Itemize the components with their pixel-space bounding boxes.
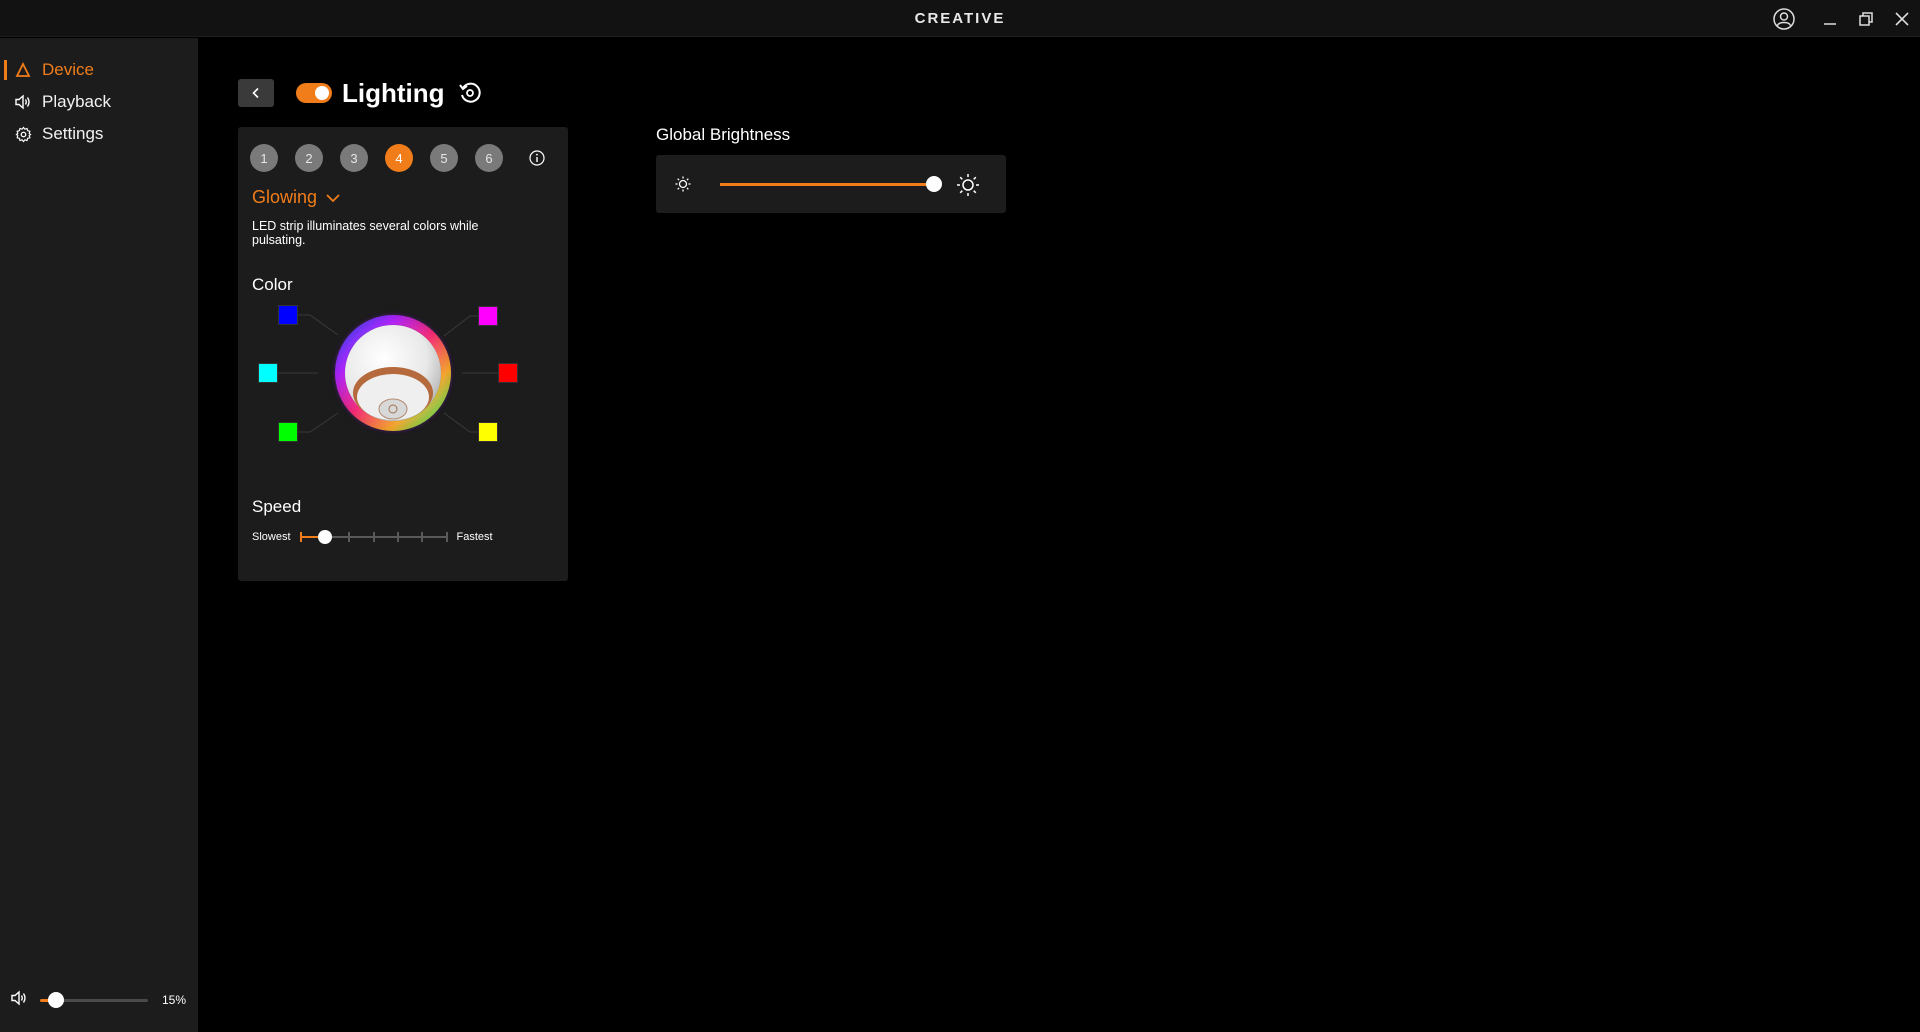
color-swatch-yellow[interactable]: [478, 422, 498, 442]
color-swatch-green[interactable]: [278, 422, 298, 442]
sidebar-item-label: Playback: [42, 92, 111, 111]
account-button[interactable]: [1766, 0, 1802, 37]
lighting-toggle[interactable]: [296, 83, 332, 103]
brightness-high-icon: [957, 174, 979, 196]
color-swatch-blue[interactable]: [278, 305, 298, 325]
speed-control: Slowest Fastest: [252, 527, 552, 547]
close-icon: [1895, 11, 1909, 26]
page-header: Lighting: [238, 78, 483, 108]
global-brightness-fill: [720, 183, 934, 186]
info-button[interactable]: [526, 147, 548, 169]
speaker-icon: [14, 93, 32, 111]
speed-slider[interactable]: [299, 527, 448, 547]
back-button[interactable]: [238, 79, 274, 107]
lighting-effect-panel: 1 2 3 4 5 6 Glowing LED strip illuminate…: [238, 127, 568, 581]
sidebar-item-label: Device: [42, 60, 94, 79]
speed-tick: [396, 532, 399, 542]
close-button[interactable]: [1884, 0, 1920, 37]
restore-button[interactable]: [1848, 0, 1884, 37]
preset-button-1[interactable]: 1: [250, 144, 278, 172]
color-swatch-cyan[interactable]: [258, 363, 278, 383]
effect-dropdown-value: Glowing: [252, 187, 318, 207]
volume-slider-handle[interactable]: [48, 991, 65, 1008]
preset-button-5[interactable]: 5: [430, 144, 458, 172]
device-triangle-icon: [14, 61, 32, 79]
speed-tick: [421, 532, 424, 542]
sidebar: Device Playback Settings 15%: [0, 38, 198, 1032]
global-brightness-panel: [656, 155, 1006, 213]
sidebar-item-settings[interactable]: Settings: [0, 118, 198, 150]
preset-button-3[interactable]: 3: [340, 144, 368, 172]
preset-button-2[interactable]: 2: [295, 144, 323, 172]
reset-icon: [458, 82, 481, 103]
gear-icon: [14, 125, 32, 143]
volume-slider[interactable]: [40, 991, 148, 1008]
color-section-label: Color: [252, 275, 293, 294]
global-brightness-slider[interactable]: [720, 176, 942, 192]
minimize-icon: [1824, 22, 1836, 25]
effect-description: LED strip illuminates several colors whi…: [252, 219, 479, 247]
brand-logo: CREATIVE: [914, 10, 1006, 27]
chevron-down-icon: [325, 193, 341, 203]
preset-button-4[interactable]: 4: [385, 144, 413, 172]
color-swatch-magenta[interactable]: [478, 306, 498, 326]
preset-button-6[interactable]: 6: [475, 144, 503, 172]
user-circle-icon: [1773, 7, 1795, 30]
sidebar-item-device[interactable]: Device: [0, 54, 198, 86]
speed-slider-handle[interactable]: [317, 530, 332, 544]
chevron-left-icon: [252, 87, 259, 99]
reset-button[interactable]: [457, 80, 483, 106]
speed-min-label: Slowest: [252, 531, 291, 543]
preset-list: 1 2 3 4 5 6: [250, 144, 520, 172]
color-swatch-red[interactable]: [498, 363, 518, 383]
sidebar-item-label: Settings: [42, 124, 104, 143]
global-brightness-label: Global Brightness: [656, 125, 791, 144]
speed-tick: [445, 532, 448, 542]
color-picker-area: [238, 299, 568, 469]
restore-icon: [1859, 11, 1873, 26]
page-title: Lighting: [342, 77, 445, 108]
speed-tick: [299, 532, 302, 542]
speed-tick: [348, 532, 351, 542]
volume-percentage: 15%: [162, 993, 187, 1007]
speed-section-label: Speed: [252, 497, 302, 516]
minimize-button[interactable]: [1812, 0, 1848, 37]
title-bar: CREATIVE: [0, 0, 1920, 37]
sidebar-nav: Device Playback Settings: [0, 54, 198, 150]
global-brightness-handle[interactable]: [926, 176, 942, 192]
sidebar-item-playback[interactable]: Playback: [0, 86, 198, 118]
info-icon: [529, 150, 545, 166]
speed-max-label: Fastest: [456, 531, 493, 543]
window-controls: [1766, 0, 1920, 37]
effect-dropdown[interactable]: Glowing: [252, 187, 341, 208]
speaker-icon[interactable]: [10, 989, 28, 1011]
brightness-low-icon: [675, 176, 691, 192]
master-volume: 15%: [0, 988, 198, 1012]
speed-tick: [372, 532, 375, 542]
